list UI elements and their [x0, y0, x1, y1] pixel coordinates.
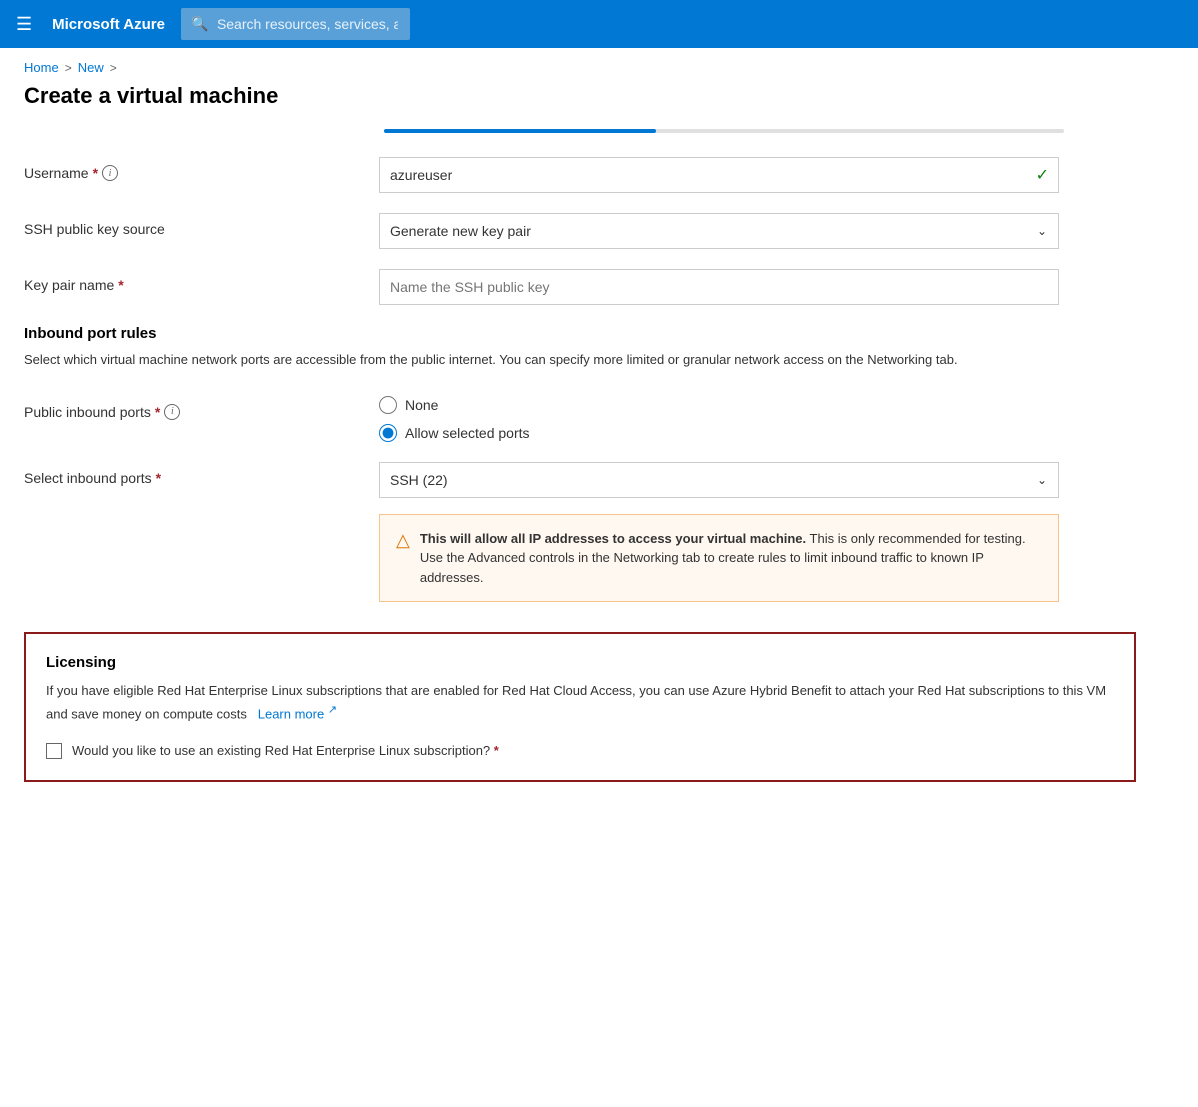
licensing-checkbox-row: Would you like to use an existing Red Ha…: [46, 741, 1114, 761]
checkbox-required: *: [494, 743, 499, 758]
username-valid-icon: ✓: [1036, 165, 1049, 185]
key-pair-required: *: [118, 277, 123, 293]
warning-box: △ This will allow all IP addresses to ac…: [379, 514, 1059, 603]
ssh-source-row: SSH public key source Generate new key p…: [24, 213, 1136, 249]
radio-allow-input[interactable]: [379, 424, 397, 442]
search-input[interactable]: [181, 8, 410, 40]
username-input[interactable]: [379, 157, 1059, 193]
breadcrumb-home[interactable]: Home: [24, 60, 59, 75]
username-control: ✓: [379, 157, 1059, 193]
key-pair-control: [379, 269, 1059, 305]
breadcrumb-new[interactable]: New: [78, 60, 104, 75]
username-required: *: [93, 165, 98, 181]
radio-none-input[interactable]: [379, 396, 397, 414]
inbound-ports-select-wrapper: SSH (22) HTTP (80) HTTPS (443) RDP (3389…: [379, 462, 1059, 498]
ssh-source-label: SSH public key source: [24, 213, 379, 237]
key-pair-input[interactable]: [379, 269, 1059, 305]
warning-triangle-icon: △: [396, 530, 410, 588]
progress-area: [24, 129, 1136, 133]
username-input-wrapper: ✓: [379, 157, 1059, 193]
inbound-ports-select[interactable]: SSH (22) HTTP (80) HTTPS (443) RDP (3389…: [379, 462, 1059, 498]
key-pair-label: Key pair name *: [24, 269, 379, 293]
hamburger-menu-icon[interactable]: ☰: [12, 10, 36, 39]
select-inbound-control: SSH (22) HTTP (80) HTTPS (443) RDP (3389…: [379, 462, 1059, 603]
inbound-desc: Select which virtual machine network por…: [24, 350, 958, 370]
external-link-icon: ↗: [328, 704, 337, 716]
radio-allow-label: Allow selected ports: [405, 425, 530, 441]
public-inbound-row: Public inbound ports * i None Allow sele…: [24, 396, 1136, 442]
ssh-source-control: Generate new key pair Use existing key s…: [379, 213, 1059, 249]
main-content: Username * i ✓ SSH public key source Gen…: [0, 129, 1160, 822]
warning-bold-text: This will allow all IP addresses to acce…: [420, 531, 806, 546]
inbound-rules-section: Inbound port rules Select which virtual …: [24, 325, 1136, 386]
key-pair-row: Key pair name *: [24, 269, 1136, 305]
select-inbound-required: *: [156, 470, 161, 486]
licensing-heading: Licensing: [46, 654, 1114, 671]
select-inbound-row: Select inbound ports * SSH (22) HTTP (80…: [24, 462, 1136, 603]
username-row: Username * i ✓: [24, 157, 1136, 193]
key-pair-input-wrapper: [379, 269, 1059, 305]
progress-track: [384, 129, 1064, 133]
ssh-source-select[interactable]: Generate new key pair Use existing key s…: [379, 213, 1059, 249]
azure-logo: Microsoft Azure: [52, 16, 165, 33]
search-wrapper: 🔍: [181, 8, 961, 40]
username-label: Username * i: [24, 157, 379, 181]
public-inbound-required: *: [155, 404, 160, 420]
page-title: Create a virtual machine: [0, 79, 1198, 129]
breadcrumb: Home > New >: [0, 48, 1198, 79]
inbound-heading: Inbound port rules: [24, 325, 157, 342]
topbar: ☰ Microsoft Azure 🔍: [0, 0, 1198, 48]
breadcrumb-sep-2: >: [110, 61, 117, 75]
warning-text: This will allow all IP addresses to acce…: [420, 529, 1042, 588]
public-inbound-control: None Allow selected ports: [379, 396, 1059, 442]
select-inbound-label: Select inbound ports *: [24, 462, 379, 486]
licensing-checkbox-label: Would you like to use an existing Red Ha…: [72, 741, 499, 761]
public-inbound-info-icon[interactable]: i: [164, 404, 180, 420]
radio-group: None Allow selected ports: [379, 396, 1059, 442]
ssh-source-select-wrapper: Generate new key pair Use existing key s…: [379, 213, 1059, 249]
radio-allow-option[interactable]: Allow selected ports: [379, 424, 1059, 442]
licensing-checkbox[interactable]: [46, 743, 62, 759]
breadcrumb-sep-1: >: [65, 61, 72, 75]
radio-none-label: None: [405, 397, 438, 413]
licensing-section: Licensing If you have eligible Red Hat E…: [24, 632, 1136, 782]
username-info-icon[interactable]: i: [102, 165, 118, 181]
progress-fill: [384, 129, 656, 133]
radio-none-option[interactable]: None: [379, 396, 1059, 414]
licensing-desc: If you have eligible Red Hat Enterprise …: [46, 681, 1114, 725]
learn-more-link[interactable]: Learn more: [258, 706, 324, 721]
public-inbound-label: Public inbound ports * i: [24, 396, 379, 420]
